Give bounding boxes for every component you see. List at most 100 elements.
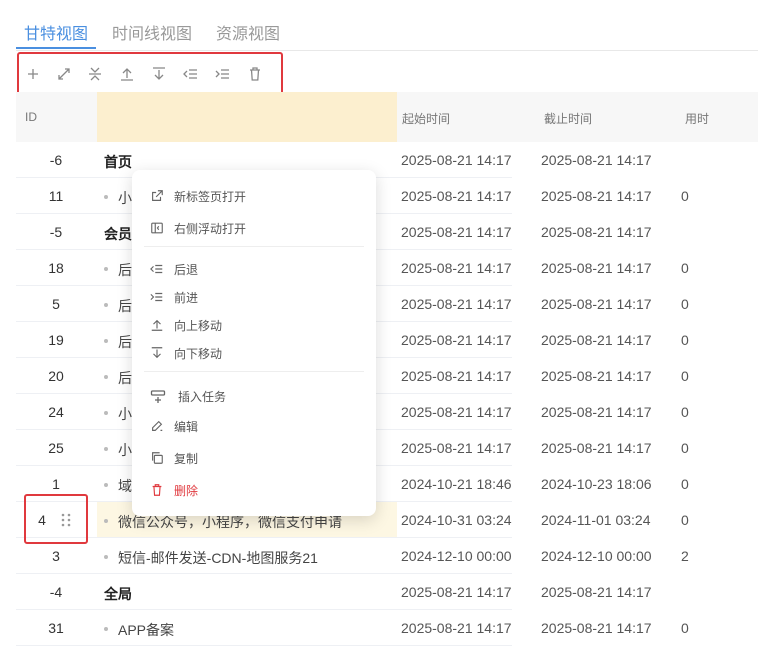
table-row[interactable]: 31 APP备案 2025-08-21 14:17 2025-08-21 14:17 0 — [16, 610, 758, 646]
toolbar — [17, 52, 283, 96]
menu-insert-task[interactable]: 插入任务 — [150, 386, 226, 406]
row-title[interactable]: 后 — [104, 332, 132, 352]
row-title-text: 微信公众号，小程序，微信支付申请 — [118, 514, 342, 530]
row-end: 2025-08-21 14:17 — [541, 260, 652, 276]
row-start: 2025-08-21 14:17 — [401, 332, 512, 348]
row-title[interactable]: 小 — [104, 188, 132, 208]
menu-label: 前进 — [174, 290, 199, 305]
row-title[interactable]: 会员 — [104, 224, 132, 244]
row-title[interactable]: 首页 — [104, 152, 132, 172]
menu-label: 插入任务 — [178, 389, 227, 404]
col-duration[interactable]: 用时 — [685, 110, 709, 127]
expand-icon[interactable] — [56, 66, 72, 82]
indent-icon[interactable] — [215, 66, 231, 82]
row-start: 2024-10-31 03:24 — [401, 512, 512, 528]
menu-move-down[interactable]: 向下移动 — [150, 343, 222, 363]
row-title[interactable]: 后 — [104, 368, 132, 388]
menu-delete[interactable]: 删除 — [150, 480, 198, 500]
table-row[interactable]: 25 小 2025-08-21 14:17 2025-08-21 14:17 0 — [16, 430, 758, 466]
col-start[interactable]: 起始时间 — [402, 110, 450, 127]
indent-icon — [150, 292, 163, 302]
table-row[interactable]: 18 后 2025-08-21 14:17 2025-08-21 14:17 0 — [16, 250, 758, 286]
row-start: 2025-08-21 14:17 — [401, 296, 512, 312]
table-row[interactable]: 20 后 2025-08-21 14:17 2025-08-21 14:17 0 — [16, 358, 758, 394]
menu-label: 后退 — [174, 262, 199, 277]
row-id: 24 — [48, 404, 64, 420]
menu-label: 编辑 — [174, 419, 199, 434]
menu-open-side-panel[interactable]: 右侧浮动打开 — [150, 218, 246, 238]
row-title[interactable]: 域 — [104, 476, 132, 496]
view-tabs: 甘特视图 时间线视图 资源视图 — [16, 0, 758, 51]
row-start: 2025-08-21 14:17 — [401, 404, 512, 420]
tab-resource[interactable]: 资源视图 — [216, 20, 280, 44]
tab-timeline[interactable]: 时间线视图 — [112, 20, 192, 44]
menu-move-up[interactable]: 向上移动 — [150, 315, 222, 335]
row-start: 2025-08-21 14:17 — [401, 440, 512, 456]
move-down-icon[interactable] — [151, 66, 167, 82]
row-id: -6 — [49, 152, 63, 168]
table-row[interactable]: 3 短信-邮件发送-CDN-地图服务21 2024-12-10 00:00 2024-… — [16, 538, 758, 574]
menu-label: 右侧浮动打开 — [174, 221, 247, 236]
row-title[interactable]: 全局 — [104, 584, 132, 604]
row-title-text: 全局 — [104, 586, 132, 602]
row-start: 2024-10-21 18:46 — [401, 476, 512, 492]
menu-edit[interactable]: 编辑 — [150, 416, 198, 436]
row-title[interactable]: 小 — [104, 440, 132, 460]
row-duration: 0 — [681, 332, 689, 348]
add-icon[interactable] — [25, 66, 41, 82]
table-row[interactable]: -5 会员 2025-08-21 14:17 2025-08-21 14:17 — [16, 214, 758, 250]
row-duration: 0 — [681, 368, 689, 384]
collapse-icon[interactable] — [87, 66, 103, 82]
delete-icon[interactable] — [247, 66, 263, 82]
row-id: 19 — [48, 332, 64, 348]
table-row[interactable]: -4 全局 2025-08-21 14:17 2025-08-21 14:17 — [16, 574, 758, 610]
row-title[interactable]: 短信-邮件发送-CDN-地图服务21 — [104, 548, 318, 568]
bullet-icon — [104, 411, 108, 416]
row-title[interactable]: APP备案 — [104, 620, 174, 640]
menu-copy[interactable]: 复制 — [150, 448, 198, 468]
menu-outdent[interactable]: 后退 — [150, 259, 198, 279]
table-row[interactable]: 24 小 2025-08-21 14:17 2025-08-21 14:17 0 — [16, 394, 758, 430]
drag-row-id-highlight — [24, 494, 88, 544]
row-id: 3 — [52, 548, 60, 564]
menu-divider — [144, 371, 364, 372]
row-title-text: 后 — [118, 298, 132, 314]
row-duration: 0 — [681, 260, 689, 276]
table-row[interactable]: 11 小 2025-08-21 14:17 2025-08-21 14:17 0 — [16, 178, 758, 214]
row-title[interactable]: 后 — [104, 296, 132, 316]
row-id: 11 — [48, 188, 64, 204]
col-id[interactable]: ID — [25, 110, 37, 124]
row-id: 25 — [48, 440, 64, 456]
table-row[interactable]: 1 域 2024-10-21 18:46 2024-10-23 18:06 0 — [16, 466, 758, 502]
menu-indent[interactable]: 前进 — [150, 287, 198, 307]
col-end[interactable]: 截止时间 — [544, 110, 592, 127]
row-start: 2025-08-21 14:17 — [401, 584, 512, 600]
row-title[interactable]: 后 — [104, 260, 132, 280]
menu-open-new-tab[interactable]: 新标签页打开 — [150, 186, 246, 206]
row-end: 2025-08-21 14:17 — [541, 332, 652, 348]
outdent-icon[interactable] — [183, 66, 199, 82]
row-end: 2025-08-21 14:17 — [541, 440, 652, 456]
row-duration: 0 — [681, 440, 689, 456]
table-row[interactable]: 5 后 2025-08-21 14:17 2025-08-21 14:17 0 — [16, 286, 758, 322]
row-start: 2025-08-21 14:17 — [401, 188, 512, 204]
title-column-highlight — [97, 92, 397, 142]
row-divider — [16, 645, 512, 646]
table-row[interactable]: 4 微信公众号，小程序，微信支付申请 2024-10-31 03:24 2024-11… — [16, 502, 758, 538]
menu-label: 删除 — [174, 483, 199, 498]
row-end: 2025-08-21 14:17 — [541, 188, 652, 204]
menu-label: 向上移动 — [174, 318, 223, 333]
row-title[interactable]: 小 — [104, 404, 132, 424]
row-title-text: APP备案 — [118, 622, 175, 638]
table-row[interactable]: -6 首页 2025-08-21 14:17 2025-08-21 14:17 — [16, 142, 758, 178]
bullet-icon — [104, 267, 108, 272]
row-start: 2025-08-21 14:17 — [401, 260, 512, 276]
bullet-icon — [104, 375, 108, 380]
row-title-text: 小 — [118, 442, 132, 458]
row-duration: 0 — [681, 296, 689, 312]
move-up-icon[interactable] — [119, 66, 135, 82]
tab-gantt[interactable]: 甘特视图 — [24, 20, 88, 44]
table-row[interactable]: 19 后 2025-08-21 14:17 2025-08-21 14:17 0 — [16, 322, 758, 358]
row-end: 2024-12-10 00:00 — [541, 548, 652, 564]
row-duration: 0 — [681, 476, 689, 492]
